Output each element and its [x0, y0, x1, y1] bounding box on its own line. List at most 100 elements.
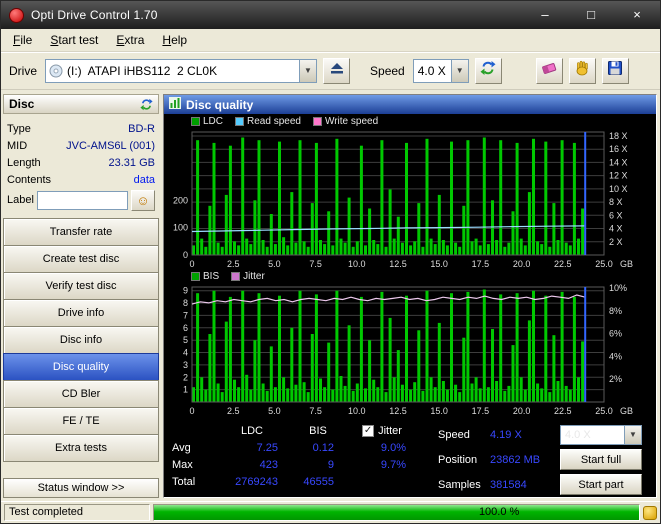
sidebar-item-disc-quality[interactable]: Disc quality [3, 353, 159, 381]
disc-info: Type BD-R MID JVC-AMS6L (001) Length 23.… [3, 114, 159, 212]
svg-text:10.0: 10.0 [348, 406, 366, 416]
total-bis-value: 46555 [303, 475, 334, 488]
results-section: LDC BIS ✓ Jitter Avg 7.25 0.12 9.0% Max … [164, 416, 656, 497]
progress-bar: 100.0 % [153, 504, 640, 521]
sidebar-item-extra-tests[interactable]: Extra tests [3, 434, 159, 462]
svg-text:2 X: 2 X [609, 237, 623, 247]
start-full-button[interactable]: Start full [560, 449, 642, 470]
eject-button[interactable] [323, 57, 351, 84]
svg-text:10.0: 10.0 [348, 259, 366, 269]
maximize-button[interactable]: □ [576, 5, 606, 25]
position-stat-value: 23862 MB [490, 453, 541, 466]
svg-text:0: 0 [189, 259, 194, 269]
close-button[interactable]: × [622, 5, 652, 25]
svg-text:25.0: 25.0 [595, 406, 613, 416]
sidebar-item-cd-bler[interactable]: CD Bler [3, 380, 159, 408]
svg-text:14 X: 14 X [609, 157, 628, 167]
bis-bars [192, 289, 585, 402]
svg-text:16 X: 16 X [609, 144, 628, 154]
chart-icon [169, 97, 181, 112]
minimize-button[interactable]: – [530, 5, 560, 25]
svg-text:5.0: 5.0 [268, 259, 281, 269]
svg-text:7: 7 [183, 310, 188, 320]
disc-contents-link[interactable]: data [134, 174, 155, 186]
titlebar: Opti Drive Control 1.70 – □ × [1, 1, 660, 29]
disc-quality-panel: Disc quality LDC Read speed Write speed 20… [163, 94, 657, 498]
legend-jitter: Jitter [231, 271, 265, 282]
rescan-disc-button[interactable] [140, 98, 153, 111]
sidebar-item-fe-te[interactable]: FE / TE [3, 407, 159, 435]
menu-start-test[interactable]: Start test [41, 29, 107, 51]
svg-text:22.5: 22.5 [554, 406, 572, 416]
svg-text:25.0: 25.0 [595, 259, 613, 269]
dropdown-arrow-icon: ▼ [450, 59, 468, 82]
jitter-checkbox-label: Jitter [378, 424, 402, 437]
scan-info: Speed 4.19 X 4.0 X ▼ Position 23862 MB S… [438, 422, 644, 497]
svg-text:20.0: 20.0 [513, 259, 531, 269]
eraser-icon [540, 60, 558, 81]
svg-text:1: 1 [183, 385, 188, 395]
total-ldc-value: 2769243 [235, 475, 278, 488]
window-title: Opti Drive Control 1.70 [31, 8, 158, 22]
jitter-checkbox[interactable]: ✓ [362, 424, 375, 437]
sidebar-item-drive-info[interactable]: Drive info [3, 299, 159, 327]
disc-label-button[interactable]: ☺ [131, 189, 155, 211]
menu-file[interactable]: File [4, 29, 41, 51]
app-window: Opti Drive Control 1.70 – □ × File Start… [0, 0, 661, 524]
legend-ldc: LDC [191, 116, 223, 127]
results-table: LDC BIS ✓ Jitter Avg 7.25 0.12 9.0% Max … [172, 422, 418, 490]
menu-extra[interactable]: Extra [107, 29, 153, 51]
sidebar-item-create-test-disc[interactable]: Create test disc [3, 245, 159, 273]
menu-help[interactable]: Help [153, 29, 196, 51]
disc-label-input[interactable] [36, 190, 128, 210]
menubar: File Start test Extra Help [1, 29, 660, 52]
drive-label: Drive [9, 63, 38, 78]
status-window-button[interactable]: Status window >> [3, 478, 159, 498]
legend-bis: BIS [191, 271, 219, 282]
sidebar-item-verify-test-disc[interactable]: Verify test disc [3, 272, 159, 300]
sidebar-item-transfer-rate[interactable]: Transfer rate [3, 218, 159, 246]
disc-length-row: Length 23.31 GB [7, 156, 155, 169]
svg-text:6 X: 6 X [609, 210, 623, 220]
samples-stat-label: Samples [438, 478, 481, 491]
svg-text:2.5: 2.5 [227, 259, 240, 269]
bis-jitter-chart: 9 8 7 6 5 4 3 2 1 10% 8% 6% 4% 2% 0 2.5 5.0 7.5 10.0 12.5 15… [183, 284, 633, 416]
svg-text:7.5: 7.5 [309, 406, 322, 416]
samples-stat-value: 381584 [490, 478, 527, 491]
svg-text:GB: GB [620, 406, 633, 416]
svg-text:18 X: 18 X [609, 131, 628, 141]
speed-select[interactable]: 4.0 X ▼ [412, 58, 469, 83]
disc-mid-row: MID JVC-AMS6L (001) [7, 139, 155, 152]
stop-hand-button[interactable] [568, 57, 596, 84]
total-row-label: Total [172, 475, 196, 488]
disc-type-value: BD-R [128, 122, 155, 135]
svg-text:6%: 6% [609, 329, 622, 339]
svg-text:8%: 8% [609, 306, 622, 316]
speed-stat-value: 4.19 X [490, 428, 522, 441]
drive-select[interactable]: (I:) ATAPI iHBS112 2 CL0K ▼ [45, 58, 318, 83]
avg-row-label: Avg [172, 441, 191, 454]
svg-text:5: 5 [183, 335, 188, 345]
eject-icon [330, 61, 344, 80]
svg-text:100: 100 [173, 223, 188, 233]
svg-text:2%: 2% [609, 374, 622, 384]
speed-select-value: 4.0 X [417, 63, 446, 78]
svg-text:12.5: 12.5 [389, 406, 407, 416]
check-icon: ✓ [363, 424, 373, 436]
max-bis-value: 9 [327, 458, 334, 471]
sidebar-item-disc-info[interactable]: Disc info [3, 326, 159, 354]
disc-mid-value: JVC-AMS6L (001) [66, 139, 155, 152]
svg-text:4: 4 [183, 348, 188, 358]
erase-disc-button[interactable] [535, 57, 563, 84]
start-part-button[interactable]: Start part [560, 474, 642, 495]
app-icon[interactable] [9, 7, 24, 23]
legend-write-speed: Write speed [312, 116, 378, 127]
scan-speed-select[interactable]: 4.0 X ▼ [560, 424, 642, 445]
disc-label-row: Label ☺ [7, 188, 155, 212]
avg-bis-value: 0.12 [312, 441, 334, 454]
refresh-button[interactable] [474, 57, 502, 84]
svg-text:15.0: 15.0 [430, 259, 448, 269]
error-chart-legend: LDC Read speed Write speed [164, 114, 656, 129]
svg-text:8: 8 [183, 298, 188, 308]
save-results-button[interactable] [601, 57, 629, 84]
